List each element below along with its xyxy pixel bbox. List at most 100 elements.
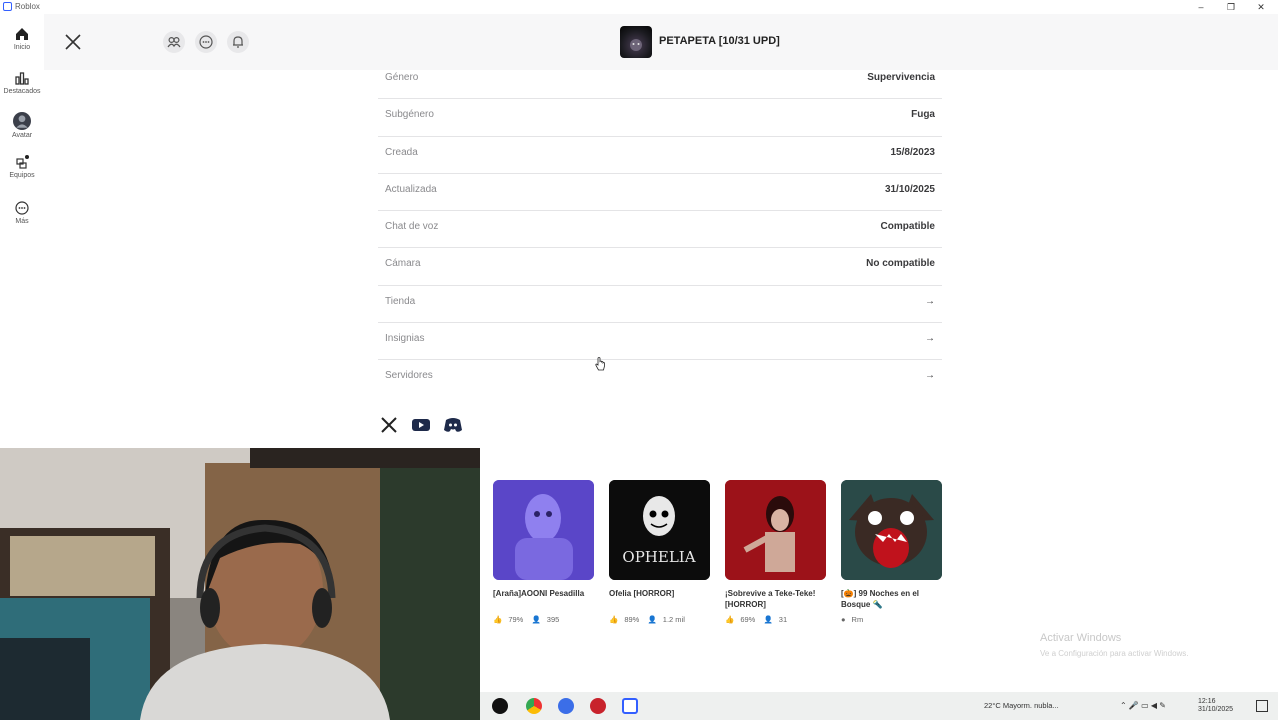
bell-icon — [227, 31, 249, 53]
nav-item-label: Destacados — [3, 88, 41, 95]
detail-row-store-link[interactable]: Tienda → — [378, 286, 942, 324]
arrow-right-icon: → — [925, 295, 935, 307]
nav-item-charts[interactable]: Destacados — [0, 70, 44, 95]
recommendation-card[interactable]: ¡Sobrevive a Teke-Teke! [HORROR] 👍 69% 👤 3… — [725, 480, 826, 624]
detail-row-created: Creada 15/8/2023 — [378, 137, 942, 174]
notification-center-icon[interactable] — [1256, 700, 1268, 712]
game-name: Ofelia [HORROR] — [609, 589, 675, 598]
detail-label: Actualizada — [385, 183, 437, 195]
game-title: PETAPETA [10/31 UPD] — [659, 35, 780, 47]
thumbs-up-icon: 👍 — [725, 615, 735, 624]
detail-label: Género — [385, 72, 419, 83]
left-sidebar: Inicio Destacados Avatar Equipos Más — [0, 14, 44, 450]
detail-label: Chat de voz — [385, 221, 439, 233]
detail-label: Creada — [385, 146, 418, 158]
rating: 79% — [508, 615, 524, 624]
nav-item-teams[interactable]: Equipos — [0, 154, 44, 179]
friends-icon — [163, 31, 185, 53]
x-twitter-icon[interactable] — [378, 414, 400, 436]
ophelia-logo-text: OPHELIA — [622, 548, 695, 566]
minimize-icon[interactable]: – — [1186, 1, 1216, 13]
roblox-app-icon — [3, 2, 12, 11]
friends-button[interactable] — [162, 30, 186, 54]
recommendation-card[interactable]: OPHELIA Ofelia [HORROR] 👍 89% 👤 1.2 mil — [609, 480, 710, 624]
chat-icon — [195, 31, 217, 53]
nav-item-avatar[interactable]: Avatar — [0, 112, 44, 139]
team-icon — [16, 155, 29, 169]
game-stats: 👍 79% 👤 395 — [493, 615, 594, 624]
webcam-overlay — [0, 448, 480, 720]
detail-label: Insignias — [385, 333, 425, 345]
arrow-right-icon: → — [925, 370, 935, 382]
detail-value: 31/10/2025 — [884, 183, 935, 195]
clock-time[interactable]: 12:16 — [1198, 697, 1216, 706]
detail-label: Cámara — [385, 258, 421, 270]
player-count: 1.2 mil — [662, 615, 685, 624]
detail-row-updated: Actualizada 31/10/2025 — [378, 174, 942, 212]
game-name: [🎃] 99 Noches en el Bosque 🔦 — [841, 589, 919, 609]
detail-row-camera: Cámara No compatible — [378, 248, 942, 286]
game-name: [Araña]AOONI Pesadilla — [493, 589, 585, 598]
more-icon — [15, 201, 29, 215]
game-thumbnail — [493, 480, 594, 580]
window-close-icon[interactable]: ✕ — [1246, 1, 1276, 13]
activation-watermark-text: Ve a Configuración para activar Windows. — [1040, 649, 1189, 658]
creator-avatar-icon: ● — [841, 615, 846, 624]
nav-item-more[interactable]: Más — [0, 200, 44, 225]
weather-widget[interactable]: 22°C Mayorm. nubla... — [984, 701, 1059, 710]
detail-label: Tienda — [385, 295, 416, 307]
recommendation-card[interactable]: [🎃] 99 Noches en el Bosque 🔦 ● Rm — [841, 480, 942, 624]
home-icon — [16, 28, 28, 40]
window-titlebar: Roblox – ❐ ✕ — [0, 0, 1278, 14]
players-icon: 👤 — [647, 615, 657, 624]
thumbs-up-icon: 👍 — [609, 615, 619, 624]
chrome-icon[interactable] — [526, 698, 542, 714]
window-title: Roblox — [15, 2, 40, 11]
detail-row-badges-link[interactable]: Insignias → — [378, 323, 942, 361]
detail-label: Subgénero — [385, 109, 434, 121]
media-app-icon[interactable] — [590, 698, 606, 714]
detail-value: No compatible — [866, 258, 935, 270]
detail-value: 15/8/2023 — [890, 146, 936, 158]
player-count: 395 — [546, 615, 560, 624]
thumbs-up-icon: 👍 — [493, 615, 503, 624]
rating: 89% — [624, 615, 640, 624]
hand-cursor-icon — [595, 357, 605, 371]
game-thumbnail — [620, 26, 652, 58]
activation-watermark-title: Activar Windows — [1040, 632, 1122, 644]
detail-row-voice-chat: Chat de voz Compatible — [378, 211, 942, 249]
player-count: 31 — [778, 615, 788, 624]
nav-item-label: Avatar — [11, 132, 33, 139]
close-icon — [65, 34, 81, 50]
windows-taskbar: 22°C Mayorm. nubla... ⌃ 🎤 ▭ ◀ ✎ 12:16 31… — [480, 692, 1278, 720]
clock-date[interactable]: 31/10/2025 — [1198, 706, 1233, 713]
chart-icon — [15, 72, 29, 85]
game-thumbnail — [725, 480, 826, 580]
discord-icon[interactable] — [442, 414, 464, 436]
detail-value: Supervivencia — [867, 72, 935, 83]
game-stats: ● Rm — [841, 615, 942, 624]
system-tray-icons[interactable]: ⌃ 🎤 ▭ ◀ ✎ — [1120, 701, 1166, 710]
nav-item-label: Más — [15, 218, 29, 225]
notifications-button[interactable] — [226, 30, 250, 54]
chat-button[interactable] — [194, 30, 218, 54]
detail-row-servers-link[interactable]: Servidores → — [378, 360, 942, 397]
avatar-icon — [13, 112, 31, 130]
nav-item-home[interactable]: Inicio — [0, 26, 44, 51]
game-stats: 👍 89% 👤 1.2 mil — [609, 615, 710, 624]
youtube-icon[interactable] — [410, 414, 432, 436]
close-button[interactable] — [61, 30, 85, 54]
chrome-profile-icon[interactable] — [558, 698, 574, 714]
game-stats: 👍 69% 👤 31 — [725, 615, 826, 624]
detail-label: Servidores — [385, 370, 433, 382]
tiktok-icon[interactable] — [492, 698, 508, 714]
nav-item-label: Inicio — [13, 44, 31, 51]
game-details-list: Género Supervivencia Subgénero Fuga Crea… — [378, 62, 942, 398]
detail-value: Compatible — [880, 221, 935, 233]
maximize-icon[interactable]: ❐ — [1216, 1, 1246, 13]
roblox-taskbar-icon[interactable] — [622, 698, 638, 714]
recommendation-card[interactable]: [Araña]AOONI Pesadilla 👍 79% 👤 395 — [493, 480, 594, 624]
arrow-right-icon: → — [925, 333, 935, 345]
players-icon: 👤 — [531, 615, 541, 624]
nav-item-label: Equipos — [9, 172, 35, 179]
